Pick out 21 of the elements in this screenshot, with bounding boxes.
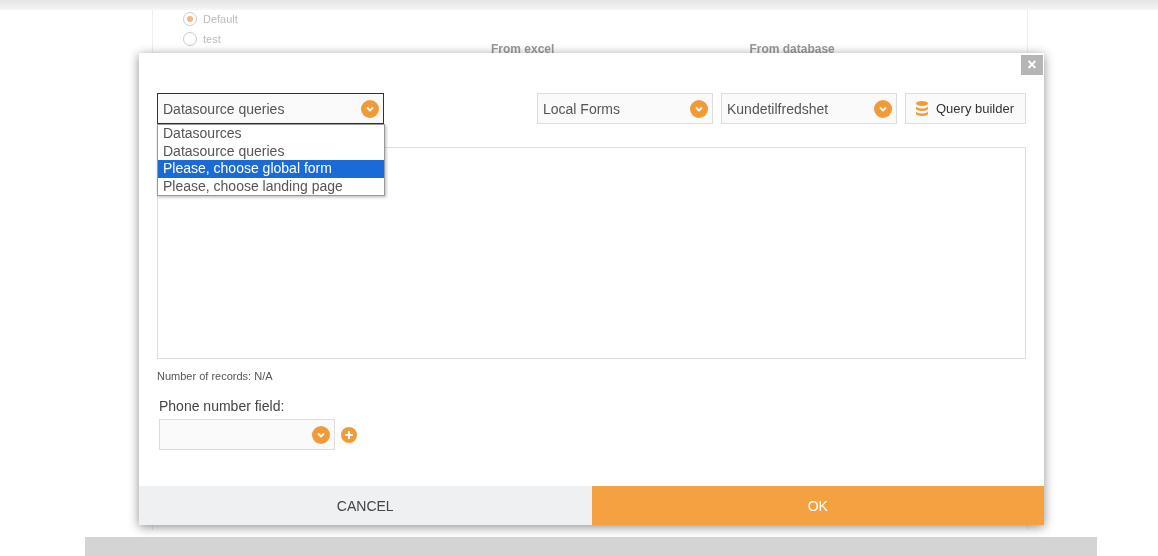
phone-field-select[interactable] bbox=[159, 419, 335, 450]
item-select[interactable]: Kundetilfredshet bbox=[721, 93, 897, 124]
query-builder-button[interactable]: Query builder bbox=[905, 93, 1026, 124]
query-text-area[interactable] bbox=[157, 147, 1026, 359]
records-count: Number of records: N/A bbox=[157, 370, 274, 382]
dropdown-option[interactable]: Datasources bbox=[158, 125, 384, 143]
source-select[interactable]: Datasource queries bbox=[157, 93, 384, 124]
add-icon[interactable] bbox=[341, 426, 357, 443]
chevron-down-icon bbox=[361, 99, 379, 118]
database-icon bbox=[916, 101, 928, 116]
dropdown-option[interactable]: Please, choose global form bbox=[158, 160, 384, 178]
cancel-button[interactable]: CANCEL bbox=[139, 486, 592, 525]
chevron-down-icon bbox=[874, 99, 892, 118]
chevron-down-icon bbox=[312, 425, 330, 444]
column-heading: From database bbox=[749, 42, 835, 56]
chevron-down-icon bbox=[690, 99, 708, 118]
field-label: Phone number field: bbox=[159, 398, 286, 414]
form-select[interactable]: Local Forms bbox=[537, 93, 713, 124]
radio-label: Default bbox=[203, 13, 238, 25]
radio-label: test bbox=[203, 33, 221, 45]
column-heading: From excel bbox=[491, 42, 555, 56]
